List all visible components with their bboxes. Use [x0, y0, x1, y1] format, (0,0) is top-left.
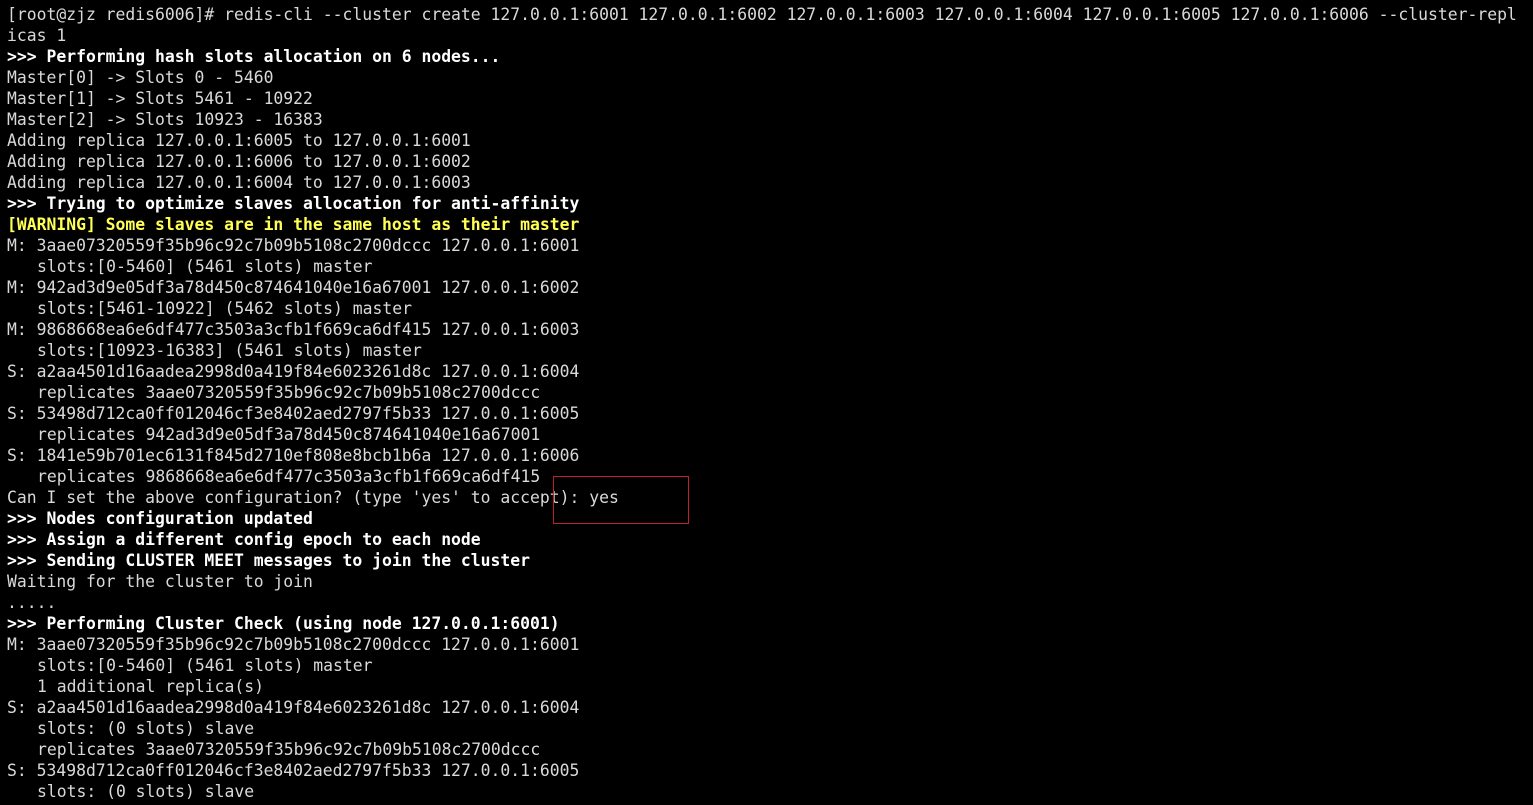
node-line: M: 9868668ea6e6df477c3503a3cfb1f669ca6df…: [7, 320, 580, 339]
node-detail-line: slots:[0-5460] (5461 slots) master: [37, 656, 373, 675]
terminal-output: [root@zjz redis6006]# redis-cli --cluste…: [7, 4, 1533, 802]
output-line: Adding replica 127.0.0.1:6004 to 127.0.0…: [7, 173, 471, 192]
output-line: Waiting for the cluster to join: [7, 572, 313, 591]
node-line: S: a2aa4501d16aadea2998d0a419f84e6023261…: [7, 362, 580, 381]
output-line: Master[2] -> Slots 10923 - 16383: [7, 110, 323, 129]
node-line: M: 3aae07320559f35b96c92c7b09b5108c2700d…: [7, 635, 580, 654]
status-header: >>> Sending CLUSTER MEET messages to joi…: [7, 551, 531, 570]
node-detail-line: replicates 942ad3d9e05df3a78d450c8746410…: [37, 425, 541, 444]
output-line: Master[0] -> Slots 0 - 5460: [7, 68, 274, 87]
progress-dots: .....: [7, 593, 57, 612]
status-header: >>> Assign a different config epoch to e…: [7, 530, 481, 549]
status-header: >>> Trying to optimize slaves allocation…: [7, 194, 580, 213]
status-header: >>> Performing hash slots allocation on …: [7, 47, 501, 66]
node-detail-line: slots:[5461-10922] (5462 slots) master: [37, 299, 412, 318]
node-line: S: 53498d712ca0ff012046cf3e8402aed2797f5…: [7, 761, 580, 780]
node-detail-line: 1 additional replica(s): [37, 677, 264, 696]
warning-line: [WARNING] Some slaves are in the same ho…: [7, 215, 580, 234]
command-line-wrap: icas 1: [7, 26, 67, 45]
terminal-window[interactable]: [root@zjz redis6006]# redis-cli --cluste…: [0, 0, 1533, 805]
node-detail-line: replicates 9868668ea6e6df477c3503a3cfb1f…: [37, 467, 541, 486]
confirmation-prompt: Can I set the above configuration? (type…: [7, 488, 619, 507]
output-line: Adding replica 127.0.0.1:6006 to 127.0.0…: [7, 152, 471, 171]
status-header: >>> Nodes configuration updated: [7, 509, 313, 528]
node-detail-line: slots: (0 slots) slave: [37, 782, 255, 801]
status-header: >>> Performing Cluster Check (using node…: [7, 614, 560, 633]
node-line: S: 53498d712ca0ff012046cf3e8402aed2797f5…: [7, 404, 580, 423]
output-line: Adding replica 127.0.0.1:6005 to 127.0.0…: [7, 131, 471, 150]
output-line: Master[1] -> Slots 5461 - 10922: [7, 89, 313, 108]
node-line: S: a2aa4501d16aadea2998d0a419f84e6023261…: [7, 698, 580, 717]
command-line: [root@zjz redis6006]# redis-cli --cluste…: [7, 5, 1517, 24]
node-detail-line: slots:[10923-16383] (5461 slots) master: [37, 341, 422, 360]
node-line: M: 3aae07320559f35b96c92c7b09b5108c2700d…: [7, 236, 580, 255]
node-line: M: 942ad3d9e05df3a78d450c874641040e16a67…: [7, 278, 580, 297]
node-detail-line: slots: (0 slots) slave: [37, 719, 255, 738]
node-detail-line: replicates 3aae07320559f35b96c92c7b09b51…: [37, 740, 541, 759]
node-detail-line: replicates 3aae07320559f35b96c92c7b09b51…: [37, 383, 541, 402]
node-line: S: 1841e59b701ec6131f845d2710ef808e8bcb1…: [7, 446, 580, 465]
node-detail-line: slots:[0-5460] (5461 slots) master: [37, 257, 373, 276]
